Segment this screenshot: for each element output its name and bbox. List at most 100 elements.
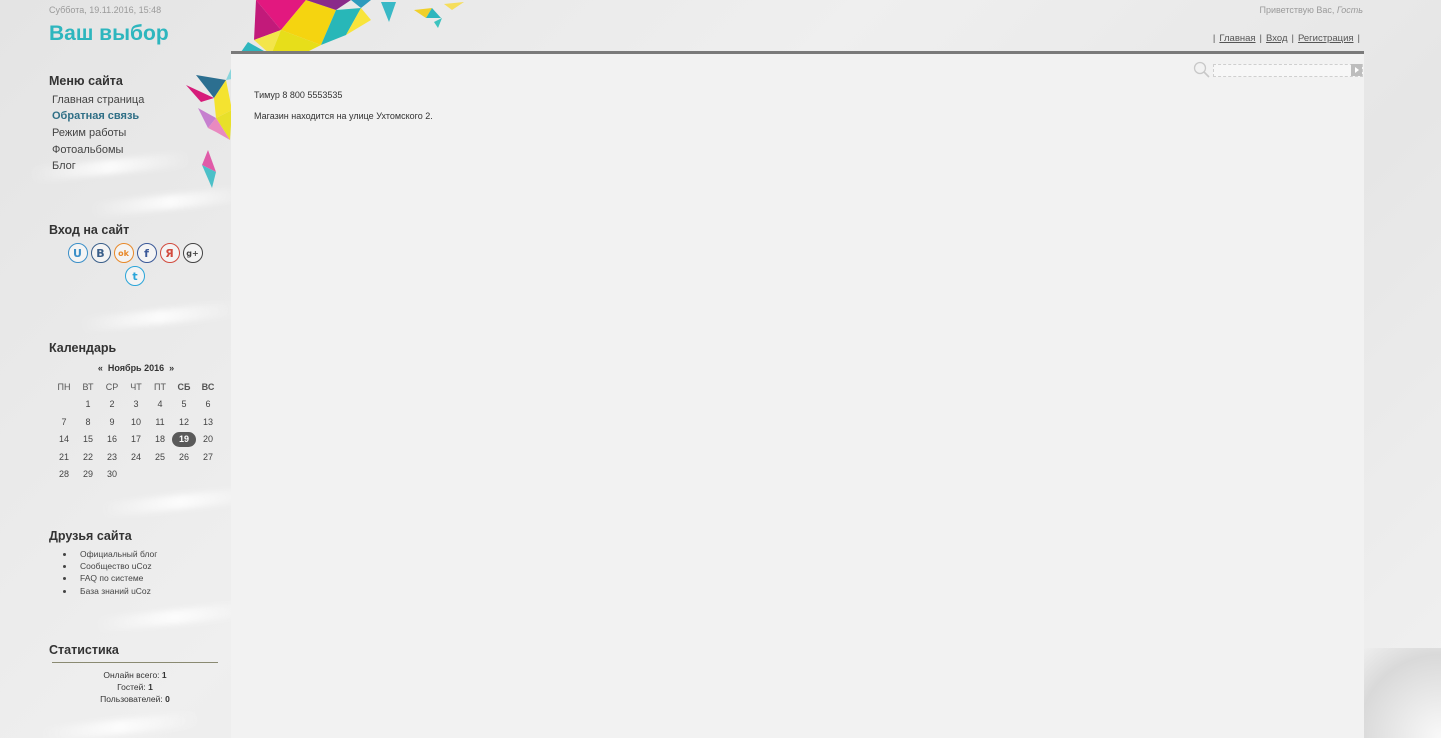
calendar-day: 27 — [202, 451, 213, 462]
calendar-day: 12 — [178, 416, 189, 427]
current-datetime: Суббота, 19.11.2016, 15:48 — [49, 5, 162, 15]
calendar-day: 26 — [178, 451, 189, 462]
paper-texture — [39, 711, 201, 738]
stats-online-label: Онлайн всего: — [103, 670, 160, 680]
calendar-day: 1 — [85, 399, 91, 410]
menu-block-title: Меню сайта — [49, 74, 123, 88]
search-form — [1193, 61, 1363, 79]
stats-guests-value: 1 — [148, 682, 153, 692]
facebook-icon[interactable]: f — [136, 243, 157, 263]
vkontakte-icon[interactable]: В — [90, 243, 111, 263]
friends-link[interactable]: Официальный блог — [62, 548, 157, 560]
calendar-day: 3 — [133, 399, 139, 410]
calendar-day: 25 — [154, 451, 165, 462]
calendar-day: 10 — [130, 416, 141, 427]
calendar-day: 2 — [109, 399, 115, 410]
social-login-buttons: U Вok f Яg+ t — [57, 243, 213, 286]
calendar-day: 5 — [181, 399, 187, 410]
calendar-today[interactable]: 19 — [172, 431, 196, 447]
stats-online-value: 1 — [161, 670, 167, 680]
calendar-day: 28 — [58, 469, 69, 480]
friends-link[interactable]: Сообщество uCoz — [62, 560, 157, 572]
calendar-day: 13 — [202, 416, 213, 427]
paper-texture — [79, 301, 241, 333]
calendar-day: 15 — [82, 434, 93, 445]
top-navigation: | Главная | Вход | Регистрация | — [1209, 33, 1364, 44]
odnoklassniki-icon[interactable]: ok — [113, 243, 134, 263]
stats-users-value: 0 — [165, 694, 170, 704]
calendar-prev-month[interactable]: « — [98, 363, 103, 373]
search-submit-button[interactable] — [1351, 64, 1362, 76]
paper-corner — [1363, 648, 1441, 738]
nav-separator: | — [1212, 33, 1216, 44]
greeting-username: Гость — [1336, 5, 1363, 15]
yandex-icon[interactable]: Я — [159, 243, 180, 263]
nav-link-login[interactable]: Вход — [1266, 33, 1288, 44]
menu-item-blog[interactable]: Блог — [52, 160, 76, 172]
calendar-next-month[interactable]: » — [169, 363, 174, 373]
nav-link-register[interactable]: Регистрация — [1298, 33, 1354, 44]
stats-panel: Онлайн всего: 1 Гостей: 1 Пользователей:… — [52, 669, 218, 705]
friends-block-title: Друзья сайта — [49, 529, 132, 543]
search-input[interactable] — [1213, 63, 1363, 77]
page: Суббота, 19.11.2016, 15:48 Ваш выбор При… — [0, 0, 1441, 738]
calendar-weekday: ВТ — [82, 381, 94, 392]
google-plus-icon[interactable]: g+ — [182, 243, 203, 263]
calendar-day: 9 — [109, 416, 115, 427]
calendar-day-cell[interactable]: 19 — [172, 431, 196, 449]
menu-item-hours[interactable]: Режим работы — [52, 127, 126, 139]
calendar-weekday: ЧТ — [130, 381, 142, 392]
stats-guests-label: Гостей: — [117, 682, 146, 692]
nav-separator: | — [1357, 33, 1360, 44]
nav-link-home[interactable]: Главная — [1219, 33, 1255, 44]
nav-separator: | — [1291, 33, 1294, 44]
calendar-day: 29 — [82, 469, 93, 480]
stats-online-row: Онлайн всего: 1 — [52, 669, 218, 681]
calendar-header: « Ноябрь 2016 » — [52, 363, 220, 373]
stats-users-label: Пользователей: — [100, 694, 163, 704]
calendar-day: 30 — [106, 469, 117, 480]
stats-guests-row: Гостей: 1 — [52, 681, 218, 693]
address-text: Магазин находится на улице Ухтомского 2. — [254, 111, 433, 121]
twitter-icon[interactable]: t — [125, 266, 145, 286]
calendar-day: 23 — [106, 451, 117, 462]
contact-text: Тимур 8 800 5553535 — [254, 90, 343, 100]
main-content: Тимур 8 800 5553535 Магазин находится на… — [231, 51, 1364, 738]
calendar-empty-cell — [52, 396, 76, 414]
menu-item-photos[interactable]: Фотоальбомы — [52, 144, 123, 156]
stats-block-title: Статистика — [49, 643, 119, 657]
login-block-title: Вход на сайт — [49, 223, 130, 237]
nav-separator: | — [1259, 33, 1263, 44]
calendar-weekday: ПН — [57, 381, 71, 392]
calendar-day: 8 — [85, 416, 91, 427]
calendar-day: 17 — [130, 434, 141, 445]
calendar-weekday: СР — [105, 381, 119, 392]
friends-link[interactable]: База знаний uCoz — [62, 585, 157, 597]
calendar-block-title: Календарь — [49, 341, 117, 355]
calendar-day: 16 — [106, 434, 117, 445]
search-icon — [1193, 61, 1210, 78]
calendar-day: 4 — [157, 399, 163, 410]
calendar-grid: ПН ВТ СР ЧТ ПТ СБ ВС 1 2 3 4 5 6 7 8 9 10 11 12 13 14 15 16 17 1… — [52, 378, 220, 483]
calendar-day: 11 — [155, 416, 165, 427]
friends-list: Официальный блог Сообщество uCoz FAQ по … — [62, 548, 157, 597]
menu-item-feedback[interactable]: Обратная связь — [52, 110, 139, 122]
stats-users-row: Пользователей: 0 — [52, 693, 218, 705]
calendar-day: 22 — [82, 451, 93, 462]
stats-divider — [52, 662, 218, 663]
greeting: Приветствую Вас, Гость — [1259, 5, 1363, 15]
site-title[interactable]: Ваш выбор — [49, 22, 169, 46]
calendar-day: 18 — [154, 434, 165, 445]
calendar-month-label[interactable]: Ноябрь 2016 — [108, 363, 164, 373]
calendar-weekday: СБ — [177, 381, 191, 392]
calendar-weekday: ВС — [201, 381, 215, 392]
calendar-day: 6 — [205, 399, 211, 410]
calendar-day: 24 — [130, 451, 141, 462]
calendar-weekday: ПТ — [154, 381, 166, 392]
calendar-day: 14 — [58, 434, 69, 445]
menu-item-home[interactable]: Главная страница — [52, 94, 144, 106]
friends-link[interactable]: FAQ по системе — [62, 572, 157, 584]
ucoz-icon[interactable]: U — [67, 243, 88, 263]
calendar-day: 20 — [202, 434, 213, 445]
greeting-prefix: Приветствую Вас, — [1259, 5, 1335, 15]
